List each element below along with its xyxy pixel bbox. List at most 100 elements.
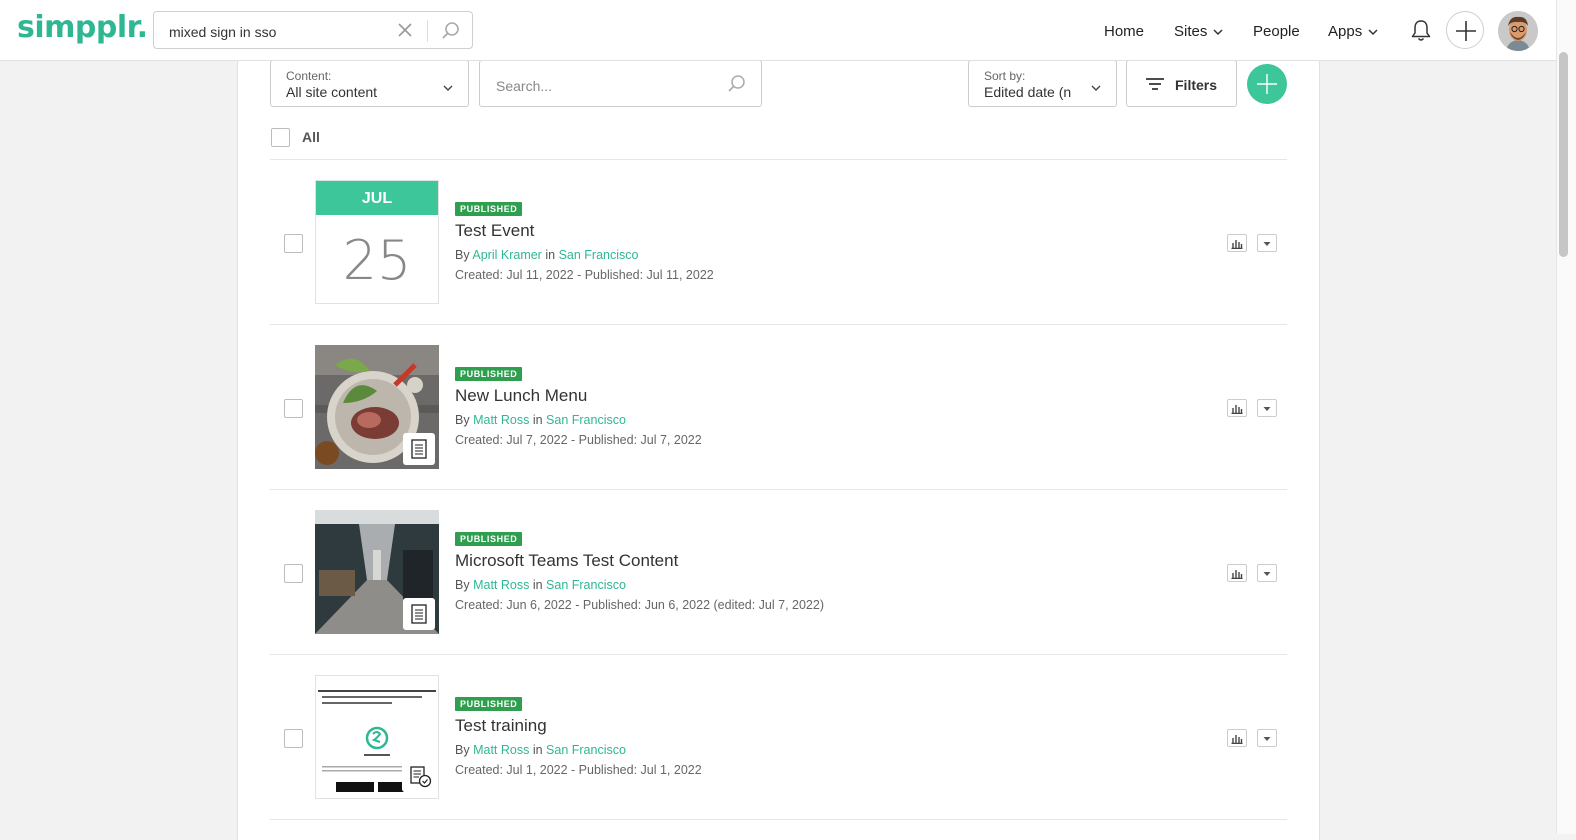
event-day: 25 — [342, 229, 412, 292]
create-new-button[interactable] — [1446, 11, 1484, 49]
analytics-button[interactable] — [1227, 234, 1247, 252]
top-navigation-bar: simpplr. mixed sign in sso Home Sites Pe… — [0, 0, 1556, 61]
item-title-link[interactable]: New Lunch Menu — [455, 386, 587, 406]
search-icon[interactable] — [727, 74, 747, 99]
row-checkbox[interactable] — [284, 234, 303, 253]
caret-down-icon — [1263, 572, 1271, 576]
nav-sites-label: Sites — [1174, 23, 1208, 40]
search-divider — [427, 20, 428, 42]
site-link[interactable]: San Francisco — [546, 578, 626, 592]
page-document-icon — [403, 598, 435, 630]
row-options-dropdown[interactable] — [1257, 729, 1277, 747]
author-link[interactable]: April Kramer — [472, 248, 541, 262]
row-checkbox[interactable] — [284, 564, 303, 583]
bar-chart-icon — [1231, 570, 1243, 579]
by-text: By — [455, 743, 470, 757]
in-text: in — [545, 248, 556, 262]
sort-by-dropdown[interactable]: Sort by: Edited date (n — [968, 60, 1117, 107]
plus-icon — [1257, 74, 1277, 94]
page-document-icon — [403, 433, 435, 465]
list-item: PUBLISHED Microsoft Teams Test Content B… — [270, 490, 1287, 655]
search-icon[interactable] — [441, 21, 461, 46]
user-avatar[interactable] — [1498, 11, 1538, 51]
bar-chart-icon — [1231, 405, 1243, 414]
plus-icon — [1456, 21, 1476, 41]
item-title-link[interactable]: Test training — [455, 716, 547, 736]
content-type-dropdown[interactable]: Content: All site content — [270, 60, 469, 107]
global-search-input[interactable]: mixed sign in sso — [169, 24, 276, 40]
caret-down-icon — [1263, 242, 1271, 246]
clear-search-icon[interactable] — [396, 21, 414, 44]
in-text: in — [532, 743, 543, 757]
select-all-checkbox[interactable] — [271, 128, 290, 147]
chevron-down-icon — [1213, 29, 1223, 35]
notifications-bell-icon[interactable] — [1408, 18, 1434, 49]
training-checklist-icon — [402, 760, 434, 792]
list-item: JUL 25 PUBLISHED Test Event By April Kra… — [270, 160, 1287, 325]
item-dates: Created: Jul 7, 2022 - Published: Jul 7,… — [455, 433, 702, 447]
by-text: By — [455, 248, 470, 262]
nav-apps-label: Apps — [1328, 23, 1363, 40]
filters-label: Filters — [1175, 77, 1218, 93]
item-title-link[interactable]: Microsoft Teams Test Content — [455, 551, 678, 571]
row-checkbox[interactable] — [284, 729, 303, 748]
analytics-button[interactable] — [1227, 399, 1247, 417]
item-dates: Created: Jul 11, 2022 - Published: Jul 1… — [455, 268, 714, 282]
item-dates: Created: Jun 6, 2022 - Published: Jun 6,… — [455, 598, 824, 612]
item-byline: By Matt Ross in San Francisco — [455, 578, 626, 592]
item-byline: By Matt Ross in San Francisco — [455, 743, 626, 757]
status-badge: PUBLISHED — [455, 367, 523, 381]
in-text: in — [532, 578, 543, 592]
site-link[interactable]: San Francisco — [546, 743, 626, 757]
content-search-box[interactable]: Search... — [479, 60, 762, 107]
by-text: By — [455, 578, 470, 592]
global-search-box[interactable]: mixed sign in sso — [153, 11, 473, 49]
list-item: PUBLISHED Test training By Matt Ross in … — [270, 655, 1287, 820]
nav-home[interactable]: Home — [1104, 23, 1144, 40]
by-text: By — [455, 413, 470, 427]
status-badge: PUBLISHED — [455, 697, 523, 711]
content-panel: Content: All site content Search... Sort… — [237, 60, 1320, 840]
item-dates: Created: Jul 1, 2022 - Published: Jul 1,… — [455, 763, 702, 777]
row-options-dropdown[interactable] — [1257, 399, 1277, 417]
content-search-input[interactable]: Search... — [496, 78, 552, 94]
event-month: JUL — [316, 181, 438, 215]
analytics-button[interactable] — [1227, 729, 1247, 747]
food-photo-thumbnail[interactable] — [315, 345, 439, 469]
site-link[interactable]: San Francisco — [546, 413, 626, 427]
filters-button[interactable]: Filters — [1126, 60, 1237, 107]
row-divider — [270, 819, 1287, 820]
training-flyer-thumbnail[interactable] — [315, 675, 439, 799]
simpplr-logo[interactable]: simpplr. — [17, 10, 148, 45]
event-date-thumbnail[interactable]: JUL 25 — [315, 180, 439, 304]
bar-chart-icon — [1231, 735, 1243, 744]
list-item: PUBLISHED New Lunch Menu By Matt Ross in… — [270, 325, 1287, 490]
row-options-dropdown[interactable] — [1257, 234, 1277, 252]
office-photo-thumbnail[interactable] — [315, 510, 439, 634]
filter-lines-icon — [1145, 76, 1165, 97]
select-all-label[interactable]: All — [302, 129, 320, 145]
add-content-button[interactable] — [1247, 64, 1287, 104]
caret-down-icon — [1263, 737, 1271, 741]
status-badge: PUBLISHED — [455, 532, 523, 546]
author-link[interactable]: Matt Ross — [473, 743, 529, 757]
content-type-label: Content: — [286, 69, 332, 83]
item-byline: By Matt Ross in San Francisco — [455, 413, 626, 427]
author-link[interactable]: Matt Ross — [473, 578, 529, 592]
site-link[interactable]: San Francisco — [559, 248, 639, 262]
chevron-down-icon — [1368, 29, 1378, 35]
item-title-link[interactable]: Test Event — [455, 221, 534, 241]
in-text: in — [532, 413, 543, 427]
bar-chart-icon — [1231, 240, 1243, 249]
analytics-button[interactable] — [1227, 564, 1247, 582]
nav-apps[interactable]: Apps — [1328, 23, 1378, 40]
author-link[interactable]: Matt Ross — [473, 413, 529, 427]
row-checkbox[interactable] — [284, 399, 303, 418]
sort-by-label: Sort by: — [984, 69, 1026, 83]
scrollbar-thumb[interactable] — [1559, 52, 1568, 257]
chevron-down-icon — [1091, 79, 1101, 97]
nav-sites[interactable]: Sites — [1174, 23, 1223, 40]
item-byline: By April Kramer in San Francisco — [455, 248, 638, 262]
row-options-dropdown[interactable] — [1257, 564, 1277, 582]
nav-people[interactable]: People — [1253, 23, 1300, 40]
